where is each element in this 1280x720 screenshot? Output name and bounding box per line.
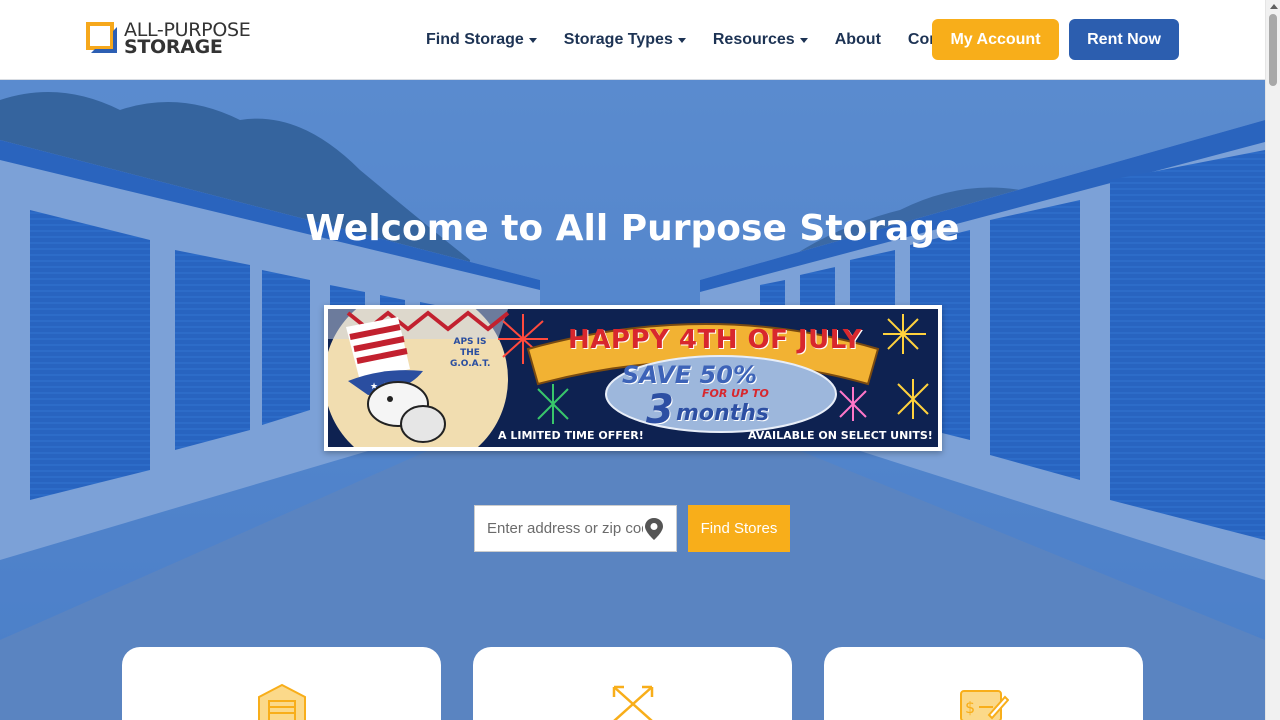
main-nav: Find Storage Storage Types Resources Abo… xyxy=(426,0,994,80)
banner-right-note: AVAILABLE ON SELECT UNITS! xyxy=(748,429,933,442)
location-pin-icon[interactable] xyxy=(643,517,665,541)
banner-left-note: A LIMITED TIME OFFER! xyxy=(498,429,644,442)
caret-down-icon xyxy=(677,37,686,43)
banner-months-number: 3 xyxy=(646,387,674,433)
nav-resources[interactable]: Resources xyxy=(713,31,808,49)
caret-down-icon xyxy=(799,37,808,43)
logo-mark-icon xyxy=(86,22,120,56)
feature-card-payment[interactable]: $ xyxy=(824,647,1143,720)
location-search xyxy=(474,505,677,552)
banner-save: SAVE 50% xyxy=(622,361,757,389)
hero-section: Welcome to All Purpose Storage ★ ★ xyxy=(0,80,1265,720)
svg-text:$: $ xyxy=(965,698,975,717)
address-zip-input[interactable] xyxy=(475,506,643,551)
expand-arrows-icon xyxy=(612,685,653,720)
feature-card-sizes[interactable] xyxy=(473,647,792,720)
scrollbar-thumb[interactable] xyxy=(1269,14,1277,86)
feature-card-storage[interactable] xyxy=(122,647,441,720)
promo-banner[interactable]: ★ ★ xyxy=(324,305,942,451)
nav-storage-types[interactable]: Storage Types xyxy=(564,31,686,49)
check-payment-icon: $ xyxy=(959,690,1009,720)
banner-months-word: months xyxy=(676,401,769,426)
rent-now-button[interactable]: Rent Now xyxy=(1069,19,1179,60)
nav-about[interactable]: About xyxy=(835,31,881,49)
site-header: ALL-PURPOSE STORAGE Find Storage Storage… xyxy=(0,0,1265,80)
caret-down-icon xyxy=(528,37,537,43)
page-scrollbar[interactable] xyxy=(1265,0,1280,720)
find-stores-button[interactable]: Find Stores xyxy=(688,505,790,552)
nav-find-storage[interactable]: Find Storage xyxy=(426,31,537,49)
scroll-up-icon[interactable] xyxy=(1270,4,1278,9)
hero-title: Welcome to All Purpose Storage xyxy=(305,208,960,249)
banner-goat-text: APS IS THE G.O.A.T. xyxy=(450,337,491,369)
storage-unit-icon xyxy=(257,683,306,720)
my-account-button[interactable]: My Account xyxy=(932,19,1059,60)
banner-for-up-to: FOR UP TO xyxy=(702,387,769,400)
logo-line2: STORAGE xyxy=(124,36,223,58)
banner-headline: HAPPY 4TH OF JULY xyxy=(568,325,863,355)
logo[interactable]: ALL-PURPOSE STORAGE xyxy=(86,21,251,58)
